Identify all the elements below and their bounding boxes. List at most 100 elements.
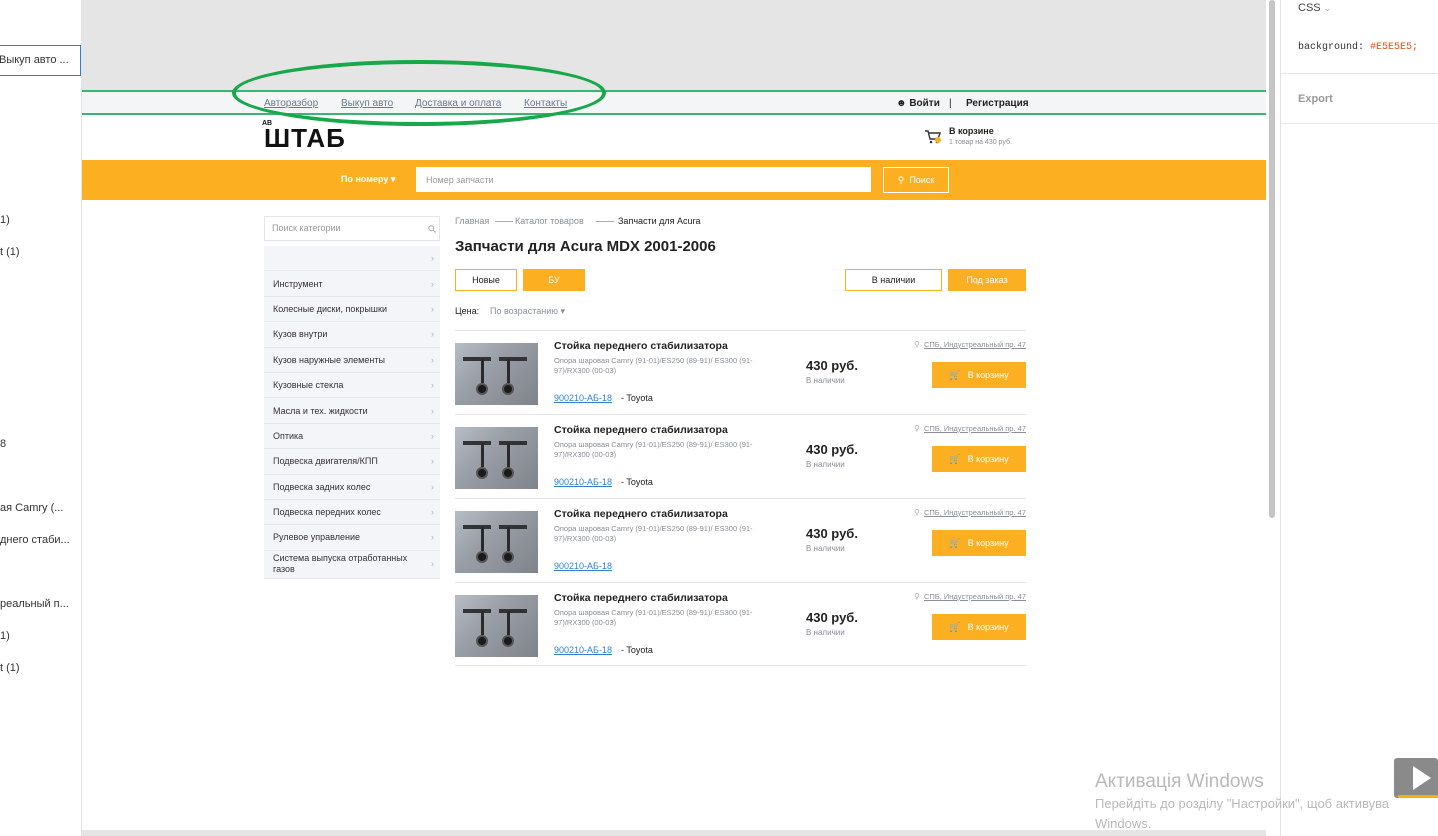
design-canvas: Авторазбор Выкуп авто Доставка и оплата …: [82, 0, 1280, 836]
cart-icon[interactable]: [924, 128, 942, 146]
chevron-right-icon: ›: [431, 430, 434, 441]
product-brand: - Toyota: [621, 393, 653, 403]
product-description: Опора шаровая Camry (91-01)/ES250 (89-91…: [554, 608, 753, 627]
chevron-right-icon: ›: [431, 380, 434, 391]
activation-watermark-text: Перейдіть до розділу "Настройки", щоб ак…: [1095, 796, 1390, 811]
add-to-cart-button[interactable]: 🛒 В корзину: [932, 446, 1026, 472]
category-item[interactable]: Масла и тех. жидкости ›: [264, 398, 440, 424]
layer-item[interactable]: реальный п...: [0, 598, 69, 610]
product-price: 430 руб.: [806, 442, 858, 457]
chevron-right-icon: ›: [431, 253, 434, 264]
play-button[interactable]: [1394, 758, 1438, 798]
chevron-right-icon: ›: [431, 329, 434, 340]
product-card: Стойка переднего стабилизатора Опора шар…: [455, 330, 1026, 414]
annotation-ellipse: [232, 60, 606, 126]
product-title[interactable]: Стойка переднего стабилизатора: [554, 424, 728, 436]
breadcrumb-catalog[interactable]: Каталог товаров: [515, 216, 584, 226]
layer-item[interactable]: днего стаби...: [0, 534, 70, 546]
product-stock-status: В наличии: [806, 376, 845, 385]
topbar-divider: |: [949, 98, 952, 109]
category-search-input[interactable]: Поиск категории: [264, 216, 440, 241]
category-item[interactable]: Колесные диски, покрышки ›: [264, 297, 440, 323]
add-to-cart-button[interactable]: 🛒 В корзину: [932, 362, 1026, 388]
category-item[interactable]: Кузов внутри ›: [264, 322, 440, 348]
user-icon: ☻: [896, 98, 907, 109]
cart-icon: 🛒: [949, 453, 961, 464]
add-to-cart-button[interactable]: 🛒 В корзину: [932, 614, 1026, 640]
chevron-right-icon: ›: [431, 354, 434, 365]
add-to-cart-button[interactable]: 🛒 В корзину: [932, 530, 1026, 556]
category-item[interactable]: Подвеска задних колес ›: [264, 475, 440, 500]
product-image[interactable]: [455, 595, 538, 657]
layer-item[interactable]: 1): [0, 630, 10, 642]
product-image[interactable]: [455, 343, 538, 405]
login-link[interactable]: ☻ Войти: [896, 98, 940, 109]
export-section[interactable]: Export: [1298, 93, 1333, 105]
register-link[interactable]: Регистрация: [966, 98, 1029, 109]
canvas-scrollbar-thumb[interactable]: [1269, 0, 1275, 518]
product-title[interactable]: Стойка переднего стабилизатора: [554, 340, 728, 352]
divider: [1281, 123, 1438, 124]
product-code-link[interactable]: 900210-АБ-18: [554, 477, 612, 487]
chevron-right-icon: ›: [431, 278, 434, 289]
filter-new-button[interactable]: Новые: [455, 269, 517, 291]
product-code-link[interactable]: 900210-АБ-18: [554, 561, 612, 571]
breadcrumb-home[interactable]: Главная: [455, 216, 489, 226]
chevron-right-icon: ›: [431, 456, 434, 467]
chevron-right-icon: ›: [431, 558, 434, 569]
product-image[interactable]: [455, 427, 538, 489]
category-item[interactable]: Система выпуска отработанных газов ›: [264, 551, 440, 579]
price-sort-dropdown[interactable]: По возрастанию ▾: [490, 306, 565, 317]
site-logo[interactable]: ШТАБ: [264, 124, 346, 150]
product-brand: - Toyota: [621, 477, 653, 487]
cart-summary: 1 товар на 430 руб.: [949, 139, 1012, 146]
category-item[interactable]: Инструмент ›: [264, 271, 440, 297]
chevron-right-icon: ›: [431, 507, 434, 518]
product-location-link[interactable]: ⚲ СПБ, Индустреальный пр. 47: [914, 424, 1026, 433]
breadcrumb-separator: [596, 221, 614, 222]
cart-icon: 🛒: [949, 537, 961, 548]
product-description: Опора шаровая Camry (91-01)/ES250 (89-91…: [554, 524, 753, 543]
category-item[interactable]: Кузов наружные элементы ›: [264, 348, 440, 373]
cart-icon: 🛒: [949, 621, 961, 632]
breadcrumb-current: Запчасти для Acura: [618, 216, 701, 226]
product-code-link[interactable]: 900210-АБ-18: [554, 645, 612, 655]
layer-item[interactable]: t (1): [0, 662, 20, 674]
category-item[interactable]: Рулевое управление ›: [264, 525, 440, 551]
layer-item-selected[interactable]: Выкуп авто ...: [0, 45, 81, 76]
product-price: 430 руб.: [806, 610, 858, 625]
filter-used-button[interactable]: БУ: [523, 269, 585, 291]
layer-item[interactable]: 1): [0, 214, 10, 226]
filter-in-stock-button[interactable]: В наличии: [845, 269, 942, 291]
product-stock-status: В наличии: [806, 628, 845, 637]
product-location-link[interactable]: ⚲ СПБ, Индустреальный пр. 47: [914, 592, 1026, 601]
location-pin-icon: ⚲: [913, 592, 920, 601]
layers-panel: Выкуп авто ... 1) t (1) 8 ая Camry (... …: [0, 0, 82, 836]
search-button[interactable]: ⚲ Поиск: [883, 167, 949, 193]
product-image[interactable]: [455, 511, 538, 573]
category-item[interactable]: Кузовные стекла ›: [264, 373, 440, 399]
category-item[interactable]: Подвеска двигателя/КПП ›: [264, 449, 440, 475]
filter-order-button[interactable]: Под заказ: [948, 269, 1026, 291]
search-mode-dropdown[interactable]: По номеру ▾: [341, 174, 395, 185]
product-title[interactable]: Стойка переднего стабилизатора: [554, 592, 728, 604]
product-card: Стойка переднего стабилизатора Опора шар…: [455, 498, 1026, 582]
part-number-input[interactable]: [416, 167, 871, 192]
chevron-down-icon: ▾: [560, 306, 566, 316]
category-item[interactable]: Оптика ›: [264, 424, 440, 450]
layer-item[interactable]: ая Camry (...: [0, 502, 63, 514]
layer-item[interactable]: 8: [0, 438, 6, 450]
search-icon: [428, 225, 436, 233]
product-location-link[interactable]: ⚲ СПБ, Индустреальный пр. 47: [914, 508, 1026, 517]
category-item[interactable]: ›: [264, 246, 440, 272]
category-item[interactable]: Подвеска передних колес ›: [264, 500, 440, 526]
product-code-link[interactable]: 900210-АБ-18: [554, 393, 612, 403]
product-title[interactable]: Стойка переднего стабилизатора: [554, 508, 728, 520]
css-section-toggle[interactable]: CSS ⌄: [1298, 2, 1331, 14]
cart-title[interactable]: В корзине: [949, 126, 994, 136]
product-location-link[interactable]: ⚲ СПБ, Индустреальный пр. 47: [914, 340, 1026, 349]
css-code-line: background: #E5E5E5;: [1298, 42, 1419, 53]
layer-item[interactable]: t (1): [0, 246, 20, 258]
play-icon: [1413, 766, 1431, 790]
chevron-right-icon: ›: [431, 481, 434, 492]
